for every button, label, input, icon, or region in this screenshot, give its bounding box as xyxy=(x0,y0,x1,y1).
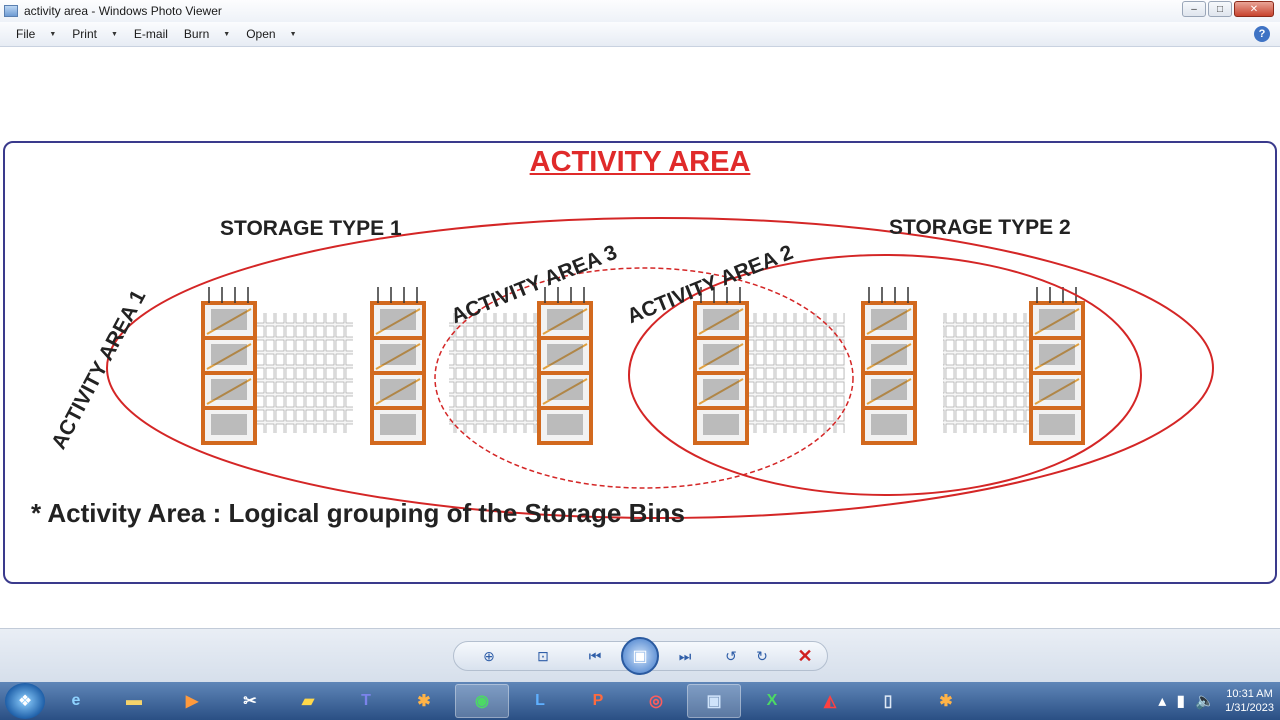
volume-icon[interactable]: 🔈 xyxy=(1195,691,1215,711)
teams-icon[interactable]: T xyxy=(339,684,393,718)
chevron-down-icon: ▼ xyxy=(289,30,297,38)
title-bar: activity area - Windows Photo Viewer – □… xyxy=(0,0,1280,22)
window-title: activity area - Windows Photo Viewer xyxy=(24,4,222,18)
rotate-right-icon[interactable]: ↻ xyxy=(750,645,774,667)
taskbar: ❖ e ▬ ▶ ✂ ▰ T ✱ ◉ L P ◎ ▣ X ◭ ▯ ✱ ▴ ▮ 🔈 … xyxy=(0,682,1280,720)
next-icon[interactable]: ⏭ xyxy=(673,645,697,667)
chevron-down-icon: ▼ xyxy=(49,30,57,38)
slide-image: ACTIVITY AREA STORAGE TYPE 1 STORAGE TYP… xyxy=(3,141,1277,584)
viewer-controls: ⊕ ⊡ ⏮ ▣ ⏭ ↺ ↻ ✕ xyxy=(0,628,1280,682)
close-button[interactable]: ✕ xyxy=(1234,1,1274,17)
storage-rack xyxy=(693,287,845,445)
menu-file[interactable]: File ▼ xyxy=(16,27,56,41)
lync-icon[interactable]: L xyxy=(513,684,567,718)
menu-email-label: E-mail xyxy=(133,27,168,41)
clock[interactable]: 10:31 AM 1/31/2023 xyxy=(1225,687,1274,715)
notepad-icon[interactable]: ▯ xyxy=(861,684,915,718)
storage-rack xyxy=(370,287,426,445)
chevron-down-icon: ▼ xyxy=(223,30,231,38)
app-icon[interactable]: ◎ xyxy=(629,684,683,718)
excel-icon[interactable]: X xyxy=(745,684,799,718)
zoom-icon[interactable]: ⊕ xyxy=(477,645,501,667)
minimize-button[interactable]: – xyxy=(1182,1,1206,17)
delete-icon[interactable]: ✕ xyxy=(793,645,817,667)
menu-bar: File ▼ Print ▼ E-mail Burn ▼ Open ▼ ? xyxy=(0,22,1280,47)
menu-email[interactable]: E-mail xyxy=(134,27,168,41)
storage-type-2-label: STORAGE TYPE 2 xyxy=(889,216,1071,239)
actual-size-icon[interactable]: ⊡ xyxy=(531,645,555,667)
slide-title: ACTIVITY AREA xyxy=(529,146,751,178)
clock-time: 10:31 AM xyxy=(1226,688,1273,700)
sticky-notes-icon[interactable]: ▰ xyxy=(281,684,335,718)
previous-icon[interactable]: ⏮ xyxy=(583,645,607,667)
media-player-icon[interactable]: ▶ xyxy=(165,684,219,718)
start-button[interactable]: ❖ xyxy=(5,683,45,719)
storage-rack xyxy=(201,287,353,445)
menu-open-label: Open xyxy=(246,27,276,41)
file-explorer-icon[interactable]: ▬ xyxy=(107,684,161,718)
snipping-tool-icon[interactable]: ✂ xyxy=(223,684,277,718)
maximize-button[interactable]: □ xyxy=(1208,1,1232,17)
slideshow-icon[interactable]: ▣ xyxy=(621,637,659,675)
photo-viewer-taskbar-icon[interactable]: ▣ xyxy=(687,684,741,718)
menu-burn-label: Burn xyxy=(183,27,210,41)
network-icon[interactable]: ▮ xyxy=(1176,691,1185,711)
rotate-left-icon[interactable]: ↺ xyxy=(719,645,743,667)
app-icon[interactable]: ✱ xyxy=(919,684,973,718)
menu-print-label: Print xyxy=(72,27,97,41)
show-hidden-icons-icon[interactable]: ▴ xyxy=(1158,691,1166,711)
help-icon[interactable]: ? xyxy=(1254,26,1270,42)
system-tray: ▴ ▮ 🔈 10:31 AM 1/31/2023 xyxy=(1158,682,1274,720)
acrobat-icon[interactable]: ◭ xyxy=(803,684,857,718)
app-icon[interactable]: ✱ xyxy=(397,684,451,718)
menu-open[interactable]: Open ▼ xyxy=(246,27,296,41)
storage-rack xyxy=(943,287,1085,445)
internet-explorer-icon[interactable]: e xyxy=(49,684,103,718)
menu-burn[interactable]: Burn ▼ xyxy=(184,27,230,41)
image-viewport: ACTIVITY AREA STORAGE TYPE 1 STORAGE TYP… xyxy=(0,48,1280,628)
storage-rack xyxy=(861,287,917,445)
menu-file-label: File xyxy=(16,27,36,41)
window-controls: – □ ✕ xyxy=(1182,1,1274,17)
menu-print[interactable]: Print ▼ xyxy=(72,27,118,41)
chrome-icon[interactable]: ◉ xyxy=(455,684,509,718)
clock-date: 1/31/2023 xyxy=(1225,702,1274,714)
chevron-down-icon: ▼ xyxy=(110,30,118,38)
footnote: * Activity Area : Logical grouping of th… xyxy=(31,498,685,528)
powerpoint-icon[interactable]: P xyxy=(571,684,625,718)
photo-viewer-icon xyxy=(4,5,18,17)
storage-type-1-label: STORAGE TYPE 1 xyxy=(220,217,402,240)
